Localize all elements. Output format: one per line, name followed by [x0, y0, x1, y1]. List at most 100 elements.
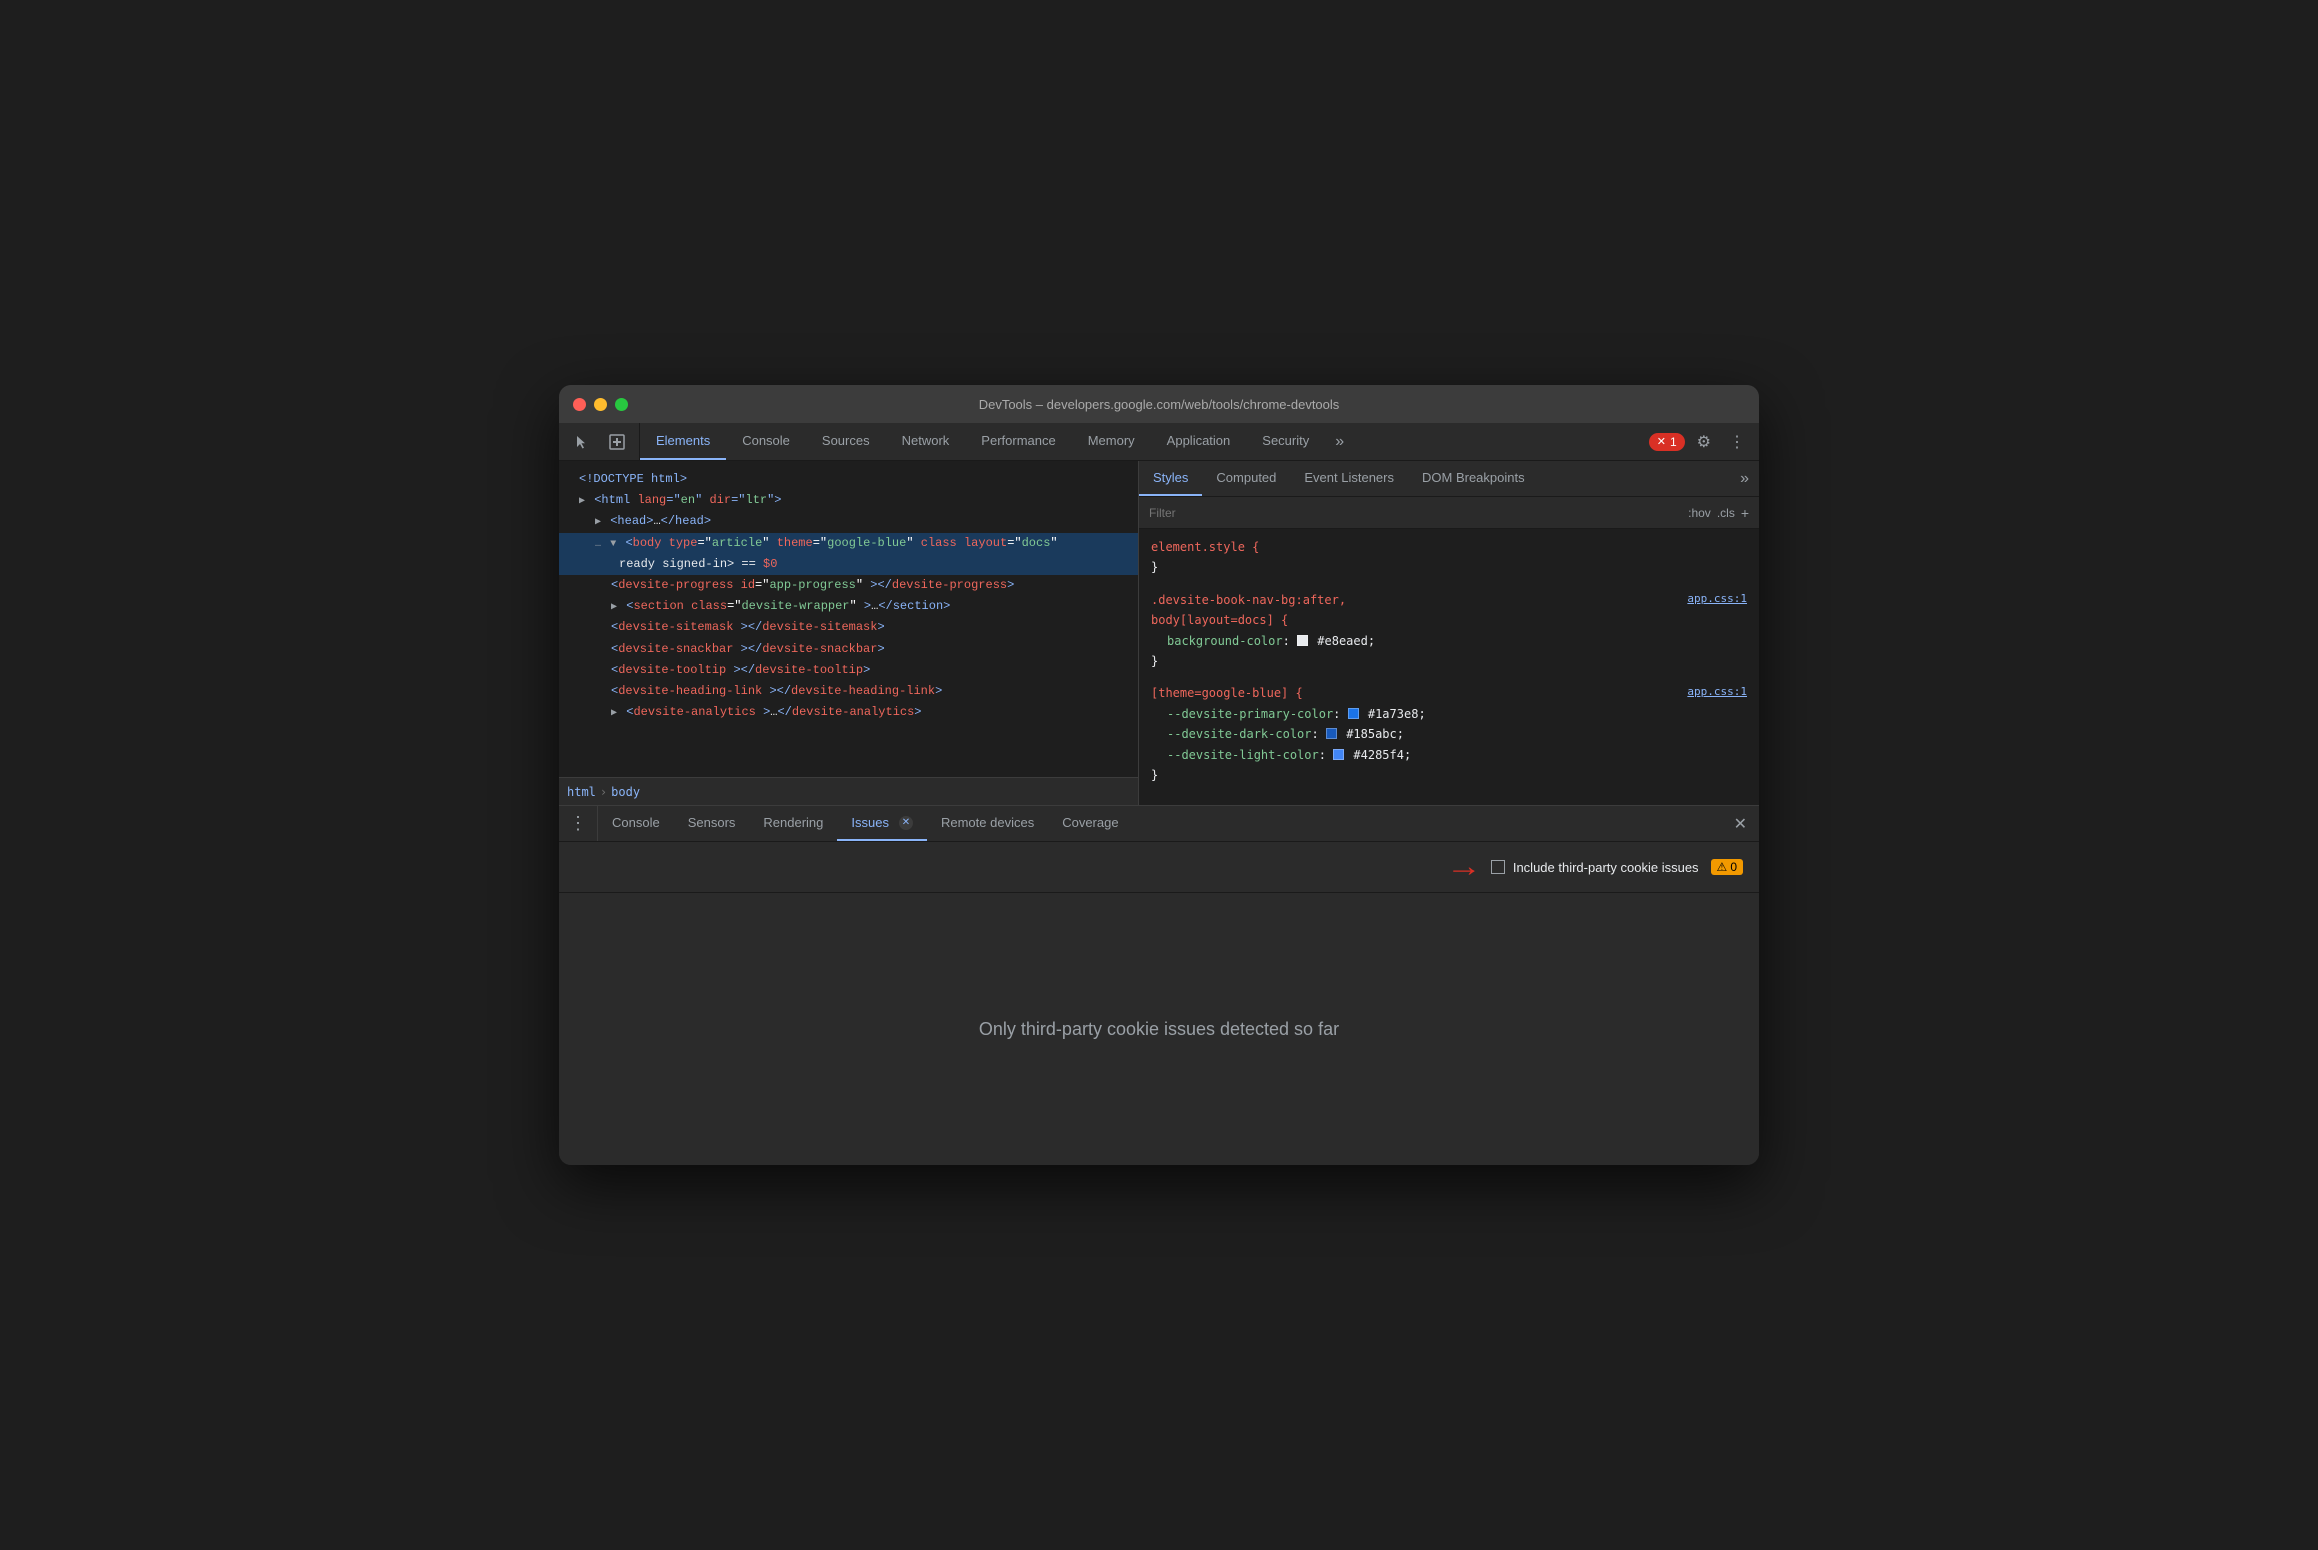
bottom-drawer: ⋮ Console Sensors Rendering Issues ✕ Rem… [559, 805, 1759, 1165]
red-arrow-icon: → [1446, 850, 1482, 884]
swatch-e8eaed [1297, 635, 1308, 646]
expand-analytics-icon[interactable]: ▶ [611, 708, 617, 719]
tab-styles[interactable]: Styles [1139, 461, 1202, 496]
close-button[interactable] [573, 398, 586, 411]
tab-elements[interactable]: Elements [640, 423, 726, 460]
drawer-tab-bar: ⋮ Console Sensors Rendering Issues ✕ Rem… [559, 806, 1759, 842]
breadcrumb-separator: › [600, 785, 607, 799]
drawer-menu-icon[interactable]: ⋮ [559, 806, 598, 841]
more-menu-icon[interactable]: ⋮ [1723, 428, 1751, 456]
expand-section-icon[interactable]: ▶ [611, 602, 617, 613]
dom-tree[interactable]: <!DOCTYPE html> ▶ <html lang="en" dir="l… [559, 461, 1138, 777]
collapse-html-icon[interactable]: ▶ [579, 496, 585, 507]
error-count: 1 [1670, 435, 1677, 449]
dom-doctype: <!DOCTYPE html> [559, 469, 1138, 490]
dom-devsite-progress[interactable]: <devsite-progress id="app-progress" ></d… [559, 575, 1138, 596]
devtools-window: DevTools – developers.google.com/web/too… [559, 385, 1759, 1165]
css-source-2[interactable]: app.css:1 [1687, 683, 1747, 702]
styles-content: element.style { } app.css:1 .devsite-boo… [1139, 529, 1759, 805]
filter-hov-button[interactable]: :hov [1688, 506, 1711, 520]
issues-warning-count: 0 [1730, 860, 1737, 874]
css-selector-2: body[layout=docs] { [1151, 610, 1747, 630]
devtools-main-area: <!DOCTYPE html> ▶ <html lang="en" dir="l… [559, 461, 1759, 805]
cursor-icon[interactable] [567, 430, 595, 454]
dom-devsite-tooltip[interactable]: <devsite-tooltip ></devsite-tooltip> [559, 660, 1138, 681]
css-rule-theme: app.css:1 [theme=google-blue] { --devsit… [1151, 683, 1747, 785]
issues-empty-message: Only third-party cookie issues detected … [979, 1019, 1339, 1040]
dom-section-collapsed[interactable]: ▶ <section class="devsite-wrapper" >…</s… [559, 596, 1138, 617]
dom-devsite-snackbar[interactable]: <devsite-snackbar ></devsite-snackbar> [559, 639, 1138, 660]
drawer-tab-issues[interactable]: Issues ✕ [837, 806, 927, 841]
css-rule-close-2: } [1151, 651, 1747, 671]
tab-memory[interactable]: Memory [1072, 423, 1151, 460]
tab-network[interactable]: Network [886, 423, 966, 460]
error-badge[interactable]: ✕ 1 [1649, 433, 1685, 451]
drawer-tab-sensors[interactable]: Sensors [674, 806, 750, 841]
css-rule-close-theme: } [1151, 765, 1747, 785]
drawer-tab-coverage[interactable]: Coverage [1048, 806, 1132, 841]
inspect-icon[interactable] [603, 430, 631, 454]
issues-empty-state: Only third-party cookie issues detected … [559, 893, 1759, 1165]
styles-more-tabs[interactable]: » [1730, 461, 1759, 496]
breadcrumb-html[interactable]: html [567, 785, 596, 799]
expand-head-icon[interactable]: ▶ [595, 517, 601, 528]
drawer-tab-console[interactable]: Console [598, 806, 674, 841]
issues-tab-close-icon[interactable]: ✕ [899, 816, 913, 830]
breadcrumb-body[interactable]: body [611, 785, 640, 799]
drawer-tab-rendering[interactable]: Rendering [749, 806, 837, 841]
css-rule-element-style: element.style { } [1151, 537, 1747, 578]
devtools-icon-group [559, 423, 640, 460]
dom-devsite-heading-link[interactable]: <devsite-heading-link ></devsite-heading… [559, 681, 1138, 702]
devtools-toolbar: Elements Console Sources Network Perform… [559, 423, 1759, 461]
window-title: DevTools – developers.google.com/web/too… [979, 397, 1340, 412]
third-party-checkbox[interactable] [1491, 860, 1505, 874]
tab-application[interactable]: Application [1151, 423, 1247, 460]
issues-warning-badge: ⚠ 0 [1711, 859, 1743, 875]
tab-performance[interactable]: Performance [965, 423, 1071, 460]
error-x-icon: ✕ [1657, 435, 1666, 448]
css-rule-close: } [1151, 557, 1747, 577]
selected-indicator: … [595, 539, 601, 550]
warning-icon: ⚠ [1717, 860, 1728, 874]
styles-panel: Styles Computed Event Listeners DOM Brea… [1139, 461, 1759, 805]
css-source-1[interactable]: app.css:1 [1687, 590, 1747, 609]
tab-computed[interactable]: Computed [1202, 461, 1290, 496]
dom-body-tag[interactable]: … ▼ <body type="article" theme="google-b… [559, 533, 1138, 554]
devtools-tab-list: Elements Console Sources Network Perform… [640, 423, 1641, 460]
expand-body-icon[interactable]: ▼ [610, 539, 616, 550]
css-rule-header: app.css:1 .devsite-book-nav-bg:after, [1151, 590, 1747, 610]
maximize-button[interactable] [615, 398, 628, 411]
tab-dom-breakpoints[interactable]: DOM Breakpoints [1408, 461, 1539, 496]
tab-event-listeners[interactable]: Event Listeners [1290, 461, 1408, 496]
css-rule-header: element.style { [1151, 537, 1747, 557]
swatch-1a73e8 [1348, 708, 1359, 719]
dom-devsite-analytics[interactable]: ▶ <devsite-analytics >…</devsite-analyti… [559, 702, 1138, 723]
css-rule-header-theme: app.css:1 [theme=google-blue] { [1151, 683, 1747, 703]
tab-sources[interactable]: Sources [806, 423, 886, 460]
css-rule-devsite-book: app.css:1 .devsite-book-nav-bg:after, bo… [1151, 590, 1747, 672]
settings-icon[interactable]: ⚙ [1691, 428, 1717, 456]
filter-cls-button[interactable]: .cls [1717, 506, 1735, 520]
traffic-lights [573, 398, 628, 411]
third-party-checkbox-group: Include third-party cookie issues [1491, 860, 1699, 875]
tab-security[interactable]: Security [1246, 423, 1325, 460]
minimize-button[interactable] [594, 398, 607, 411]
css-prop-primary: --devsite-primary-color: #1a73e8; [1151, 704, 1747, 724]
css-prop-light: --devsite-light-color: #4285f4; [1151, 745, 1747, 765]
drawer-tab-remote-devices[interactable]: Remote devices [927, 806, 1048, 841]
dom-panel: <!DOCTYPE html> ▶ <html lang="en" dir="l… [559, 461, 1139, 805]
styles-filter-input[interactable] [1149, 506, 1680, 520]
title-bar: DevTools – developers.google.com/web/too… [559, 385, 1759, 423]
dom-html-tag[interactable]: ▶ <html lang="en" dir="ltr"> [559, 490, 1138, 511]
styles-filter-bar: :hov .cls + [1139, 497, 1759, 529]
swatch-185abc [1326, 728, 1337, 739]
tab-console[interactable]: Console [726, 423, 806, 460]
drawer-close-icon[interactable]: ✕ [1722, 806, 1759, 841]
styles-tab-bar: Styles Computed Event Listeners DOM Brea… [1139, 461, 1759, 497]
issues-toolbar: → Include third-party cookie issues ⚠ 0 [559, 842, 1759, 893]
filter-add-button[interactable]: + [1741, 505, 1749, 521]
dom-body-tag-cont[interactable]: ready signed-in> == $0 [559, 554, 1138, 575]
dom-devsite-sitemask[interactable]: <devsite-sitemask ></devsite-sitemask> [559, 617, 1138, 638]
more-tabs-button[interactable]: » [1325, 423, 1354, 460]
dom-head-collapsed[interactable]: ▶ <head>…</head> [559, 511, 1138, 532]
